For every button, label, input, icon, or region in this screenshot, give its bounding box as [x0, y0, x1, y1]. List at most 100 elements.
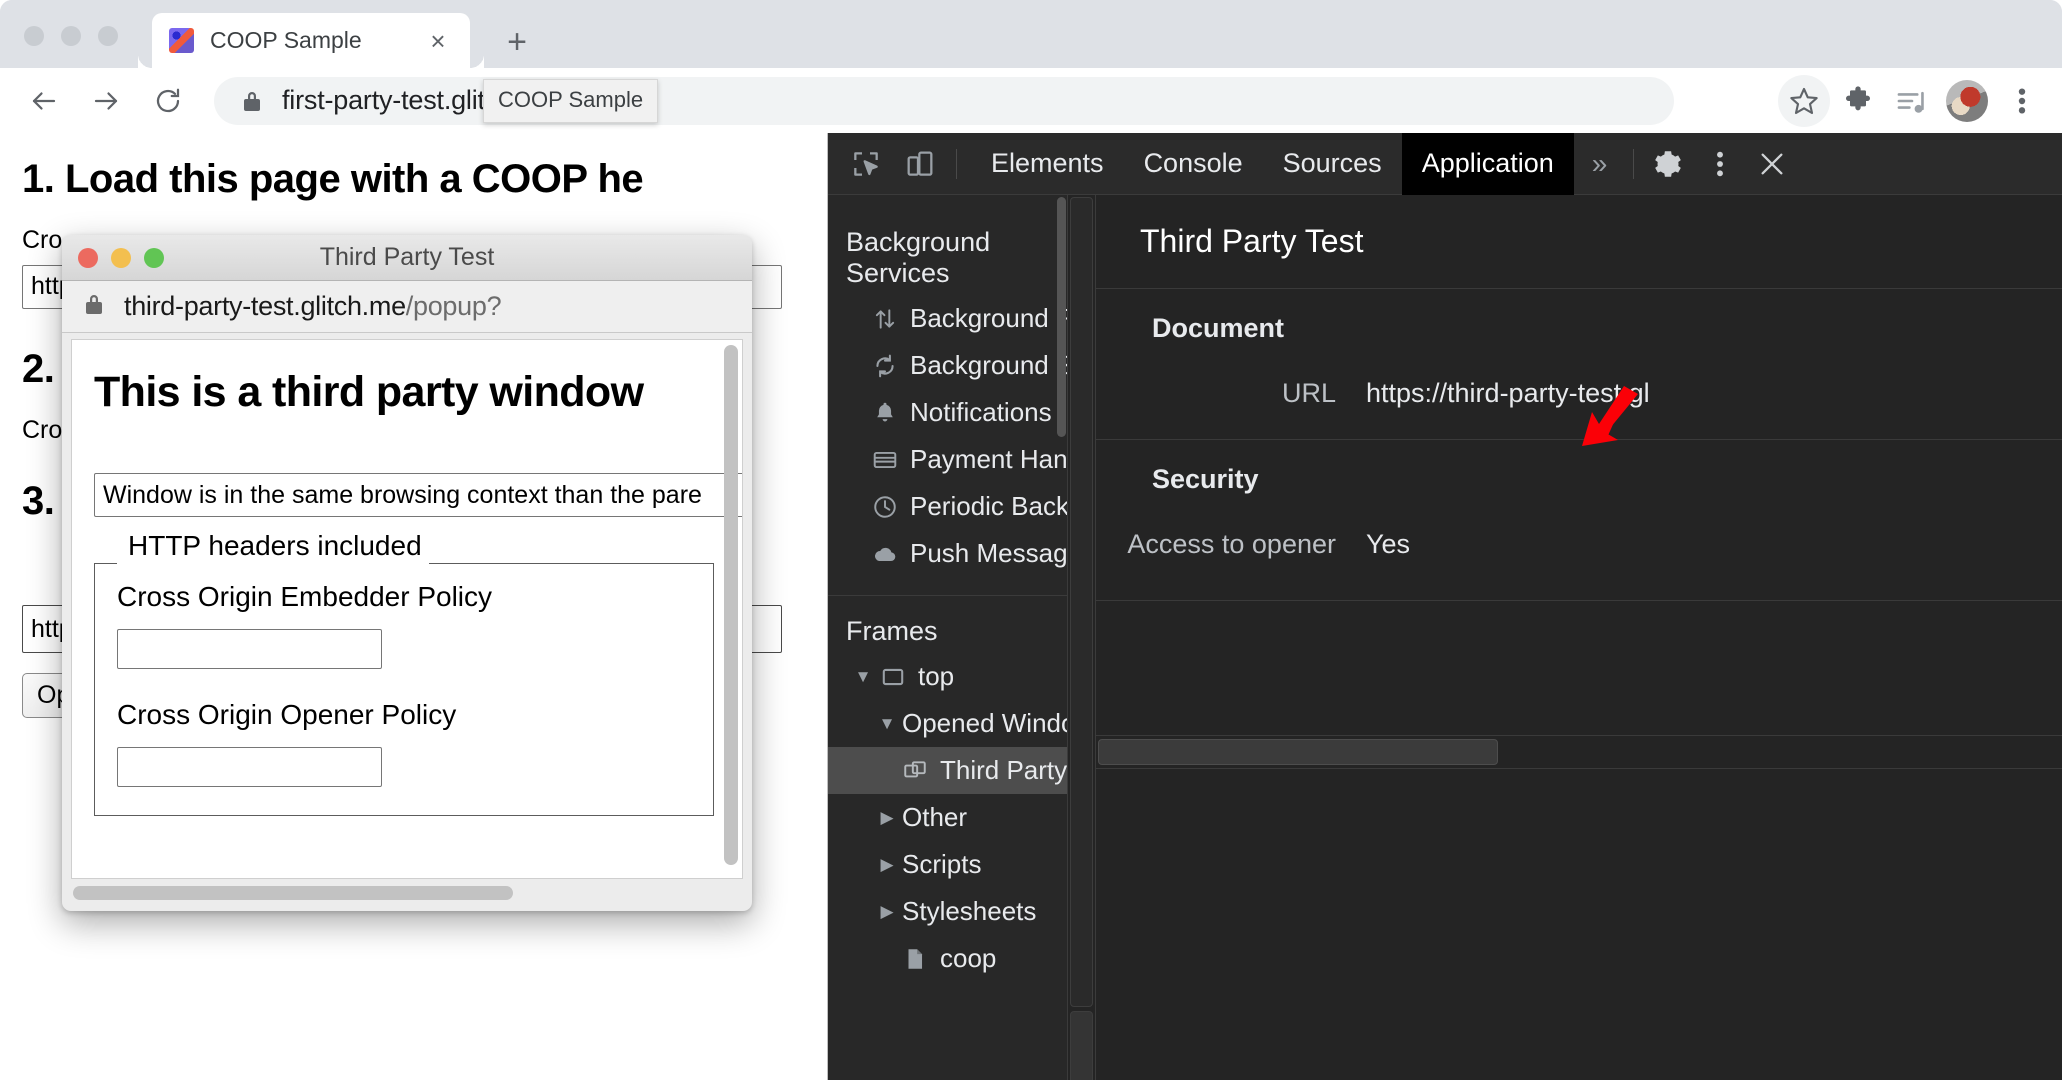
- sidebar-item-label: Background Sync: [910, 350, 1067, 380]
- star-icon[interactable]: [1778, 74, 1830, 127]
- sidebar-item-periodic-background-sync[interactable]: Periodic Background Sync: [828, 483, 1067, 530]
- minimize-window-button[interactable]: [61, 26, 81, 46]
- chevron-right-icon[interactable]: ▶: [876, 902, 898, 922]
- sidebar-item-label: Stylesheets: [902, 896, 1037, 926]
- detail-horizontal-scrollbar[interactable]: [1096, 735, 2062, 769]
- sidebar-item-scripts[interactable]: ▶ Scripts: [828, 841, 1067, 888]
- fish-favicon: [169, 28, 194, 53]
- up-down-arrows-icon: [870, 304, 900, 334]
- lock-icon[interactable]: [240, 88, 264, 114]
- address-bar[interactable]: first-party-test.glitch.me/c: [214, 76, 1674, 125]
- popup-status-input[interactable]: Window is in the same browsing context t…: [94, 473, 742, 517]
- devtools-toolbar: Elements Console Sources Application »: [828, 132, 2062, 195]
- popup-url-bar[interactable]: third-party-test.glitch.me/popup?: [62, 281, 752, 333]
- coep-input[interactable]: [117, 629, 382, 669]
- popup-vertical-scrollbar[interactable]: [720, 342, 740, 876]
- popup-body: This is a third party window Window is i…: [71, 339, 743, 879]
- access-to-opener-row: Access to opener Yes: [1096, 529, 2062, 560]
- sidebar-item-push-messaging[interactable]: Push Messaging: [828, 530, 1067, 577]
- window-icon: [900, 756, 930, 786]
- document-url-row: URL https://third-party-test.gl: [1096, 378, 2062, 409]
- devtools-panel: Elements Console Sources Application » B…: [828, 132, 2062, 1080]
- three-dot-menu-icon[interactable]: [1694, 133, 1746, 195]
- chevron-down-icon[interactable]: ▼: [852, 667, 874, 687]
- tab-sources[interactable]: Sources: [1263, 133, 1402, 195]
- coop-label: Cross Origin Opener Policy: [117, 699, 457, 730]
- profile-avatar[interactable]: [1946, 79, 1988, 122]
- popup-horizontal-scrollbar-thumb[interactable]: [73, 886, 513, 900]
- tab-strip: COOP Sample × +: [0, 0, 2062, 68]
- device-toolbar-icon[interactable]: [898, 142, 942, 186]
- popup-vertical-scrollbar-thumb[interactable]: [724, 345, 738, 865]
- browser-tab-label: COOP Sample: [210, 27, 362, 53]
- url-key: URL: [1281, 378, 1336, 408]
- sidebar-item-top-frame[interactable]: ▼ top: [828, 653, 1067, 700]
- chevron-down-icon[interactable]: ▼: [876, 714, 898, 734]
- chevron-right-icon[interactable]: ▶: [876, 808, 898, 828]
- sidebar-item-coop[interactable]: coop: [828, 935, 1067, 982]
- popup-url-text: third-party-test.glitch.me/popup?: [124, 291, 502, 321]
- sidebar-item-background-fetch[interactable]: Background Fetch: [828, 295, 1067, 342]
- close-icon[interactable]: [1746, 133, 1798, 195]
- popup-minimize-button[interactable]: [111, 248, 131, 268]
- tab-console[interactable]: Console: [1124, 133, 1263, 195]
- access-to-opener-value: Yes: [1366, 529, 1411, 559]
- back-arrow-icon[interactable]: [20, 77, 68, 125]
- url-value[interactable]: https://third-party-test.gl: [1366, 378, 1650, 409]
- coop-input[interactable]: [117, 747, 382, 787]
- new-tab-button[interactable]: +: [497, 22, 537, 62]
- sidebar-item-third-party-test[interactable]: Third Party Test: [828, 747, 1067, 794]
- frame-icon: [878, 662, 908, 692]
- detail-title: Third Party Test: [1140, 223, 1364, 259]
- resizer-handle-lower[interactable]: [1070, 1011, 1093, 1080]
- more-tabs-icon[interactable]: »: [1574, 133, 1626, 195]
- gear-icon[interactable]: [1642, 133, 1694, 195]
- third-party-popup-window[interactable]: Third Party Test third-party-test.glitch…: [62, 235, 752, 911]
- tab-application[interactable]: Application: [1401, 132, 1574, 195]
- close-icon[interactable]: ×: [424, 27, 452, 55]
- forward-arrow-icon[interactable]: [82, 77, 130, 125]
- devtools-sidebar-resizer[interactable]: [1068, 195, 1096, 1080]
- toolbar-divider-2: [1633, 148, 1635, 179]
- popup-titlebar[interactable]: Third Party Test: [62, 235, 752, 281]
- clock-icon: [870, 492, 900, 522]
- security-section-title: Security: [1152, 464, 1259, 494]
- detail-header: Third Party Test: [1096, 195, 2062, 289]
- inspect-element-icon[interactable]: [844, 142, 888, 186]
- popup-horizontal-scrollbar[interactable]: [71, 883, 743, 903]
- puzzle-piece-icon[interactable]: [1832, 75, 1884, 127]
- sidebar-item-stylesheets[interactable]: ▶ Stylesheets: [828, 888, 1067, 935]
- detail-horizontal-scrollbar-thumb[interactable]: [1098, 739, 1498, 765]
- popup-close-button[interactable]: [78, 248, 98, 268]
- sidebar-item-label: Opened Windows: [902, 708, 1067, 738]
- sidebar-item-background-sync[interactable]: Background Sync: [828, 342, 1067, 389]
- three-dot-menu-icon[interactable]: [1996, 75, 2048, 127]
- sync-icon: [870, 351, 900, 381]
- sidebar-item-opened-windows[interactable]: ▼ Opened Windows: [828, 700, 1067, 747]
- sidebar-scrollbar-thumb[interactable]: [1057, 197, 1066, 437]
- maximize-window-button[interactable]: [98, 26, 118, 46]
- devtools-sidebar: Background Services Background Fetch Bac…: [828, 195, 1068, 1080]
- media-control-icon[interactable]: [1886, 75, 1938, 127]
- resizer-handle[interactable]: [1070, 197, 1093, 1007]
- close-window-button[interactable]: [24, 26, 44, 46]
- browser-tab-coop-sample[interactable]: COOP Sample ×: [152, 13, 484, 68]
- reload-icon[interactable]: [144, 77, 192, 125]
- sidebar-item-notifications[interactable]: Notifications: [828, 389, 1067, 436]
- chevron-right-icon[interactable]: ▶: [876, 855, 898, 875]
- sidebar-item-payment-handler[interactable]: Payment Handler: [828, 436, 1067, 483]
- sidebar-item-label: Notifications: [910, 397, 1052, 427]
- browser-window: COOP Sample × + first-party-test.glitch.…: [0, 0, 2062, 1080]
- sidebar-section-background-services: Background Services: [846, 227, 991, 288]
- http-headers-fieldset: HTTP headers included Cross Origin Embed…: [94, 530, 714, 816]
- popup-heading: This is a third party window: [94, 368, 644, 416]
- sidebar-scrollbar[interactable]: [1055, 195, 1067, 1080]
- popup-maximize-button[interactable]: [144, 248, 164, 268]
- tab-elements[interactable]: Elements: [971, 133, 1124, 195]
- popup-title: Third Party Test: [319, 243, 495, 271]
- sidebar-item-other[interactable]: ▶ Other: [828, 794, 1067, 841]
- sidebar-item-label: Third Party Test: [940, 755, 1068, 785]
- popup-traffic-lights: [78, 248, 164, 268]
- sidebar-item-label: Push Messaging: [910, 538, 1068, 568]
- document-icon: [900, 944, 930, 974]
